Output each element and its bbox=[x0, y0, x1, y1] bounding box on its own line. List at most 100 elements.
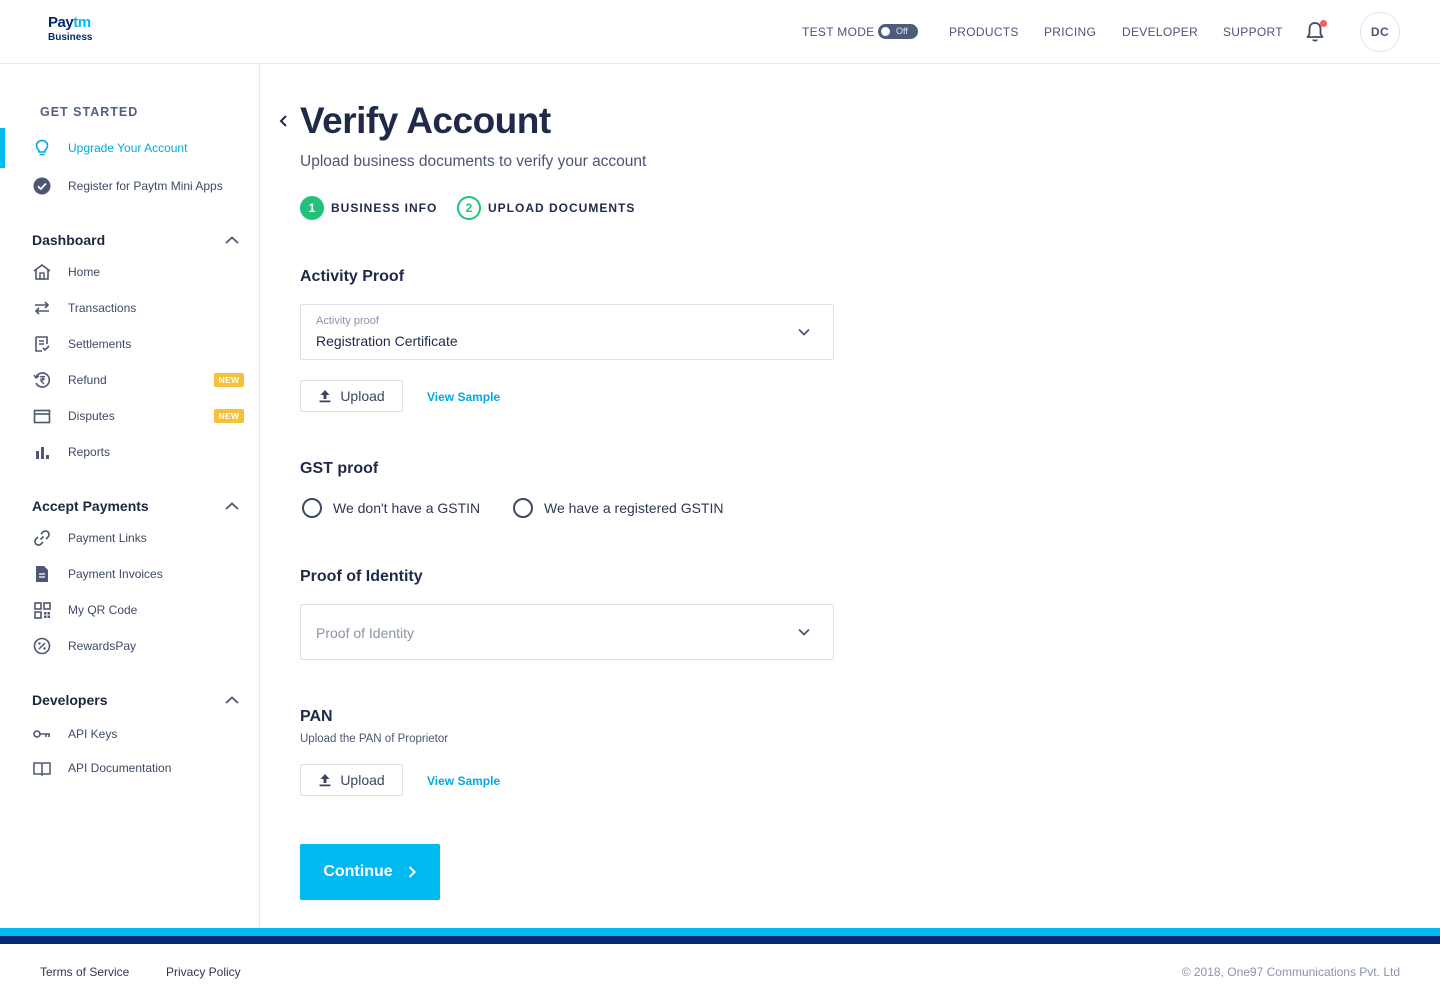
logo-tm-text: tm bbox=[73, 14, 91, 31]
lightbulb-icon bbox=[32, 138, 52, 158]
new-badge: NEW bbox=[214, 409, 244, 423]
footer-accent-bar bbox=[0, 928, 1440, 936]
gst-proof-heading: GST proof bbox=[300, 460, 379, 477]
toggle-state-text: Off bbox=[896, 26, 908, 36]
nav-pricing[interactable]: PRICING bbox=[1044, 25, 1096, 39]
swap-arrows-icon bbox=[32, 298, 52, 318]
sidebar-item-label: Register for Paytm Mini Apps bbox=[68, 179, 223, 193]
identity-heading: Proof of Identity bbox=[300, 568, 423, 585]
settlement-icon bbox=[32, 334, 52, 354]
sidebar-item-register-mini-apps[interactable]: Register for Paytm Mini Apps bbox=[32, 175, 223, 197]
sidebar-item-transactions[interactable]: Transactions bbox=[32, 297, 136, 319]
sidebar-item-home[interactable]: Home bbox=[32, 261, 100, 283]
sidebar-item-label: Refund bbox=[68, 373, 107, 387]
nav-support[interactable]: SUPPORT bbox=[1223, 25, 1283, 39]
sidebar-item-reports[interactable]: Reports bbox=[32, 441, 110, 463]
upload-label: Upload bbox=[340, 388, 385, 404]
sidebar-item-label: My QR Code bbox=[68, 603, 138, 617]
pan-upload-button[interactable]: Upload bbox=[300, 764, 403, 796]
step-business-info: 1 BUSINESS INFO bbox=[300, 196, 437, 220]
section-accept-payments-heading[interactable]: Accept Payments bbox=[32, 498, 149, 514]
test-mode-toggle[interactable]: Off bbox=[878, 24, 918, 39]
copyright-text: © 2018, One97 Communications Pvt. Ltd bbox=[1181, 965, 1400, 979]
step-number: 1 bbox=[300, 196, 324, 220]
select-placeholder: Proof of Identity bbox=[316, 625, 415, 641]
page-subtitle: Upload business documents to verify your… bbox=[300, 153, 647, 170]
notification-dot bbox=[1320, 20, 1327, 27]
chevron-down-icon bbox=[798, 628, 810, 636]
sidebar-item-label: Reports bbox=[68, 445, 111, 459]
activity-proof-heading: Activity Proof bbox=[300, 268, 405, 285]
sidebar-item-label: Home bbox=[68, 265, 101, 279]
radio-circle bbox=[302, 498, 322, 518]
home-icon bbox=[32, 262, 52, 282]
radio-label: We have a registered GSTIN bbox=[544, 500, 724, 516]
section-dashboard-heading[interactable]: Dashboard bbox=[32, 232, 105, 248]
identity-select[interactable]: Proof of Identity bbox=[300, 604, 834, 660]
activity-proof-select[interactable]: Activity proof Registration Certificate bbox=[300, 304, 834, 360]
sidebar-item-label: API Documentation bbox=[68, 761, 172, 775]
new-badge: NEW bbox=[214, 373, 244, 387]
privacy-policy-link[interactable]: Privacy Policy bbox=[166, 965, 241, 979]
toggle-knob bbox=[881, 27, 890, 36]
upload-label: Upload bbox=[340, 772, 385, 788]
get-started-heading: GET STARTED bbox=[40, 105, 139, 119]
sidebar-item-label: Upgrade Your Account bbox=[68, 141, 188, 155]
back-arrow-icon[interactable] bbox=[276, 112, 292, 130]
step-label: BUSINESS INFO bbox=[331, 201, 438, 215]
bar-chart-icon bbox=[32, 442, 52, 462]
pan-view-sample-link[interactable]: View Sample bbox=[427, 774, 500, 788]
step-number: 2 bbox=[457, 196, 481, 220]
sidebar-item-upgrade-account[interactable]: Upgrade Your Account bbox=[32, 137, 187, 159]
sidebar-item-payment-links[interactable]: Payment Links bbox=[32, 527, 147, 549]
sidebar-item-label: Payment Invoices bbox=[68, 567, 163, 581]
percent-badge-icon bbox=[32, 636, 52, 656]
activity-proof-view-sample-link[interactable]: View Sample bbox=[427, 390, 500, 404]
book-icon bbox=[32, 758, 52, 778]
top-header: Paytm Business TEST MODE Off PRODUCTS PR… bbox=[0, 0, 1440, 64]
select-floating-label: Activity proof bbox=[316, 315, 379, 327]
section-developers-heading[interactable]: Developers bbox=[32, 692, 107, 708]
check-circle-icon bbox=[32, 176, 52, 196]
continue-label: Continue bbox=[323, 863, 393, 880]
sidebar-item-my-qr-code[interactable]: My QR Code bbox=[32, 599, 137, 621]
upload-icon bbox=[319, 774, 331, 787]
document-icon bbox=[32, 564, 52, 584]
activity-proof-upload-button[interactable]: Upload bbox=[300, 380, 403, 412]
step-label: UPLOAD DOCUMENTS bbox=[488, 201, 636, 215]
chevron-up-icon[interactable] bbox=[224, 235, 240, 245]
sidebar-item-payment-invoices[interactable]: Payment Invoices bbox=[32, 563, 163, 585]
test-mode-label: TEST MODE bbox=[802, 25, 875, 39]
radio-label: We don't have a GSTIN bbox=[333, 500, 481, 516]
nav-developer[interactable]: DEVELOPER bbox=[1122, 25, 1198, 39]
select-value: Registration Certificate bbox=[316, 333, 458, 349]
sidebar-item-label: Disputes bbox=[68, 409, 115, 423]
chevron-up-icon[interactable] bbox=[224, 501, 240, 511]
chevron-up-icon[interactable] bbox=[224, 695, 240, 705]
sidebar-item-disputes[interactable]: Disputes bbox=[32, 405, 115, 427]
sidebar-item-label: Settlements bbox=[68, 337, 132, 351]
sidebar-item-api-keys[interactable]: API Keys bbox=[32, 723, 117, 745]
chevron-down-icon bbox=[798, 328, 810, 336]
terms-of-service-link[interactable]: Terms of Service bbox=[40, 965, 129, 979]
sidebar-item-label: RewardsPay bbox=[68, 639, 137, 653]
pan-heading: PAN bbox=[300, 708, 333, 725]
continue-button[interactable]: Continue bbox=[300, 844, 440, 900]
active-indicator bbox=[0, 128, 5, 168]
logo-pay-text: Pay bbox=[48, 14, 74, 31]
refund-rupee-icon bbox=[32, 370, 52, 390]
sidebar-item-api-documentation[interactable]: API Documentation bbox=[32, 757, 171, 779]
qr-code-icon bbox=[32, 600, 52, 620]
sidebar-item-rewardspay[interactable]: RewardsPay bbox=[32, 635, 136, 657]
link-icon bbox=[32, 528, 52, 548]
sidebar-item-label: API Keys bbox=[68, 727, 118, 741]
card-icon bbox=[32, 406, 52, 426]
sidebar-item-settlements[interactable]: Settlements bbox=[32, 333, 131, 355]
radio-no-gstin[interactable]: We don't have a GSTIN bbox=[302, 497, 480, 519]
radio-registered-gstin[interactable]: We have a registered GSTIN bbox=[513, 497, 723, 519]
logo-business-text: Business bbox=[48, 32, 93, 43]
paytm-business-logo[interactable]: Paytm Business bbox=[48, 14, 98, 50]
sidebar-item-refund[interactable]: Refund bbox=[32, 369, 107, 391]
nav-products[interactable]: PRODUCTS bbox=[949, 25, 1019, 39]
avatar[interactable]: DC bbox=[1360, 12, 1400, 52]
